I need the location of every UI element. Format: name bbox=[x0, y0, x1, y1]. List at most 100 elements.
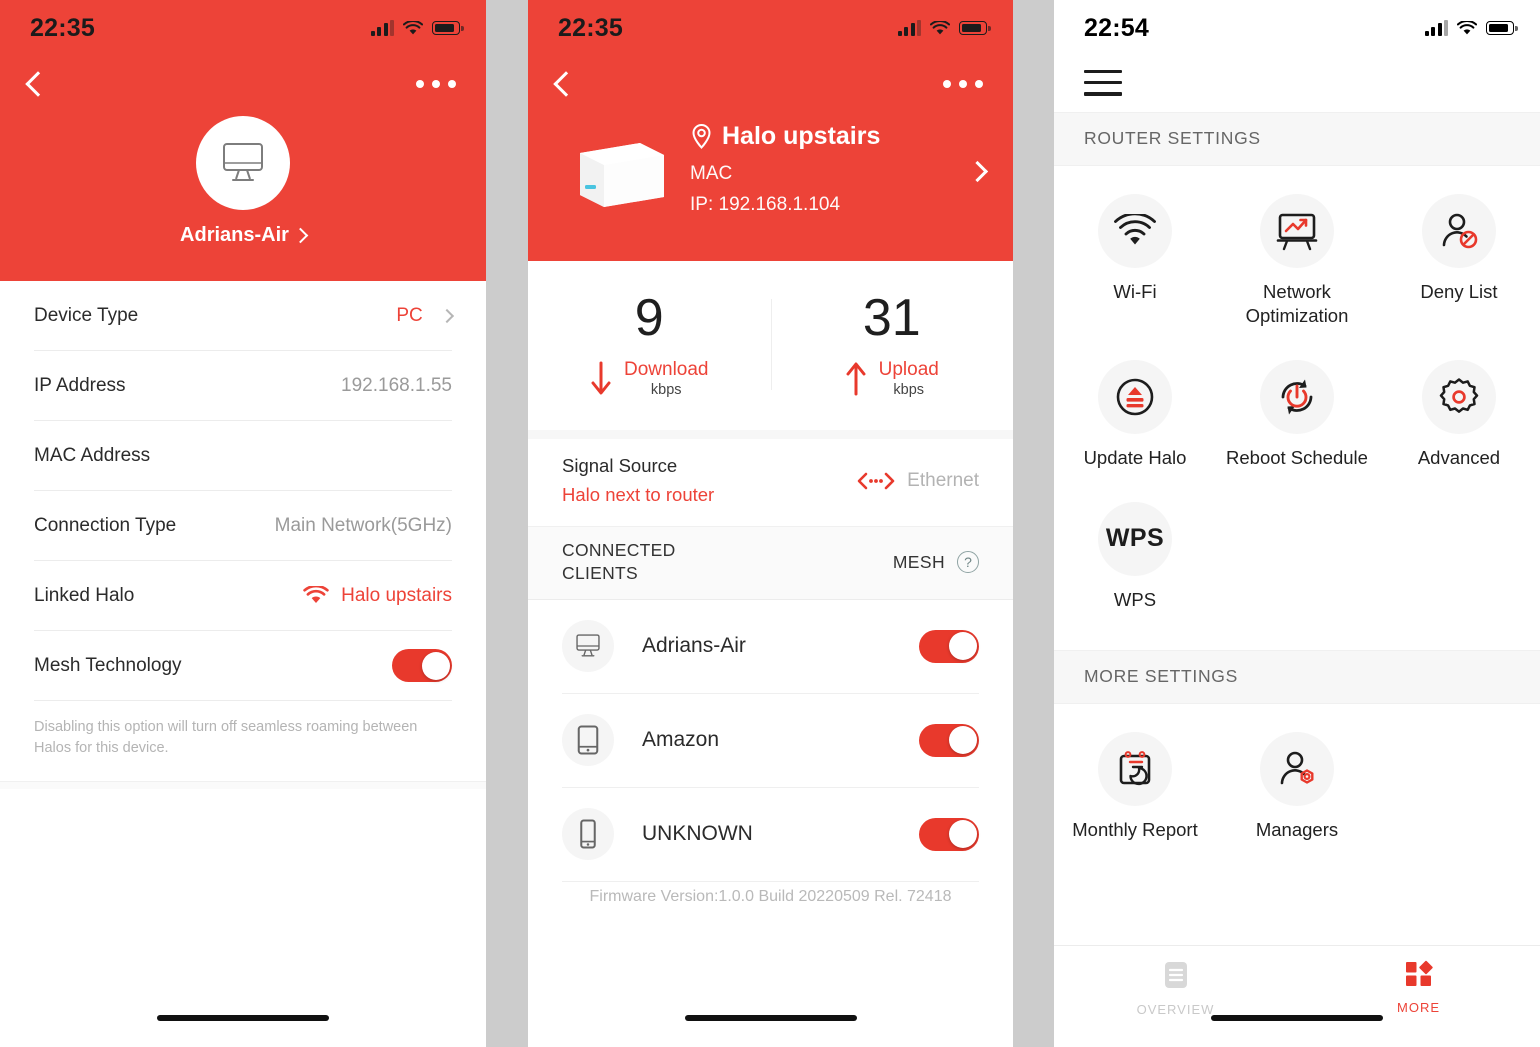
more-options-button[interactable] bbox=[943, 80, 983, 88]
tab-more[interactable]: MORE bbox=[1297, 946, 1540, 1047]
device-name-label: Adrians-Air bbox=[180, 224, 289, 246]
toggle-knob bbox=[421, 651, 450, 680]
panel-gutter-1 bbox=[486, 0, 528, 1047]
arrow-down-icon bbox=[591, 361, 611, 395]
settings-item-reboot-schedule[interactable]: Reboot Schedule bbox=[1216, 346, 1378, 488]
settings-item-wifi[interactable]: Wi-Fi bbox=[1054, 180, 1216, 346]
connected-clients-header: CONNECTED CLIENTS MESH ? bbox=[528, 526, 1013, 600]
settings-item-label: Monthly Report bbox=[1072, 818, 1198, 840]
home-indicator bbox=[1211, 1015, 1383, 1021]
question-mark-icon[interactable]: ? bbox=[957, 551, 979, 574]
halo-info: Halo upstairs MAC IP: 192.168.1.104 bbox=[680, 122, 960, 221]
tablet-icon bbox=[562, 714, 614, 767]
settings-item-monthly-report[interactable]: Monthly Report bbox=[1054, 718, 1216, 860]
settings-item-update-halo[interactable]: Update Halo bbox=[1054, 346, 1216, 488]
tab-overview[interactable]: OVERVIEW bbox=[1054, 946, 1297, 1047]
client-toggle[interactable] bbox=[919, 817, 979, 851]
wifi-icon bbox=[403, 20, 423, 34]
wps-text-icon: WPS bbox=[1097, 501, 1172, 576]
halo-hero[interactable]: Halo upstairs MAC IP: 192.168.1.104 bbox=[528, 112, 1013, 261]
upload-stat: 31 Upload kbps bbox=[770, 288, 1014, 398]
row-label: Connection Type bbox=[34, 514, 177, 536]
client-toggle[interactable] bbox=[919, 629, 979, 663]
client-name: UNKNOWN bbox=[642, 822, 753, 846]
client-row-unknown[interactable]: UNKNOWN bbox=[562, 788, 979, 882]
hamburger-menu-icon[interactable] bbox=[1054, 56, 1540, 112]
nav-row bbox=[528, 56, 1013, 112]
settings-item-label: WPS bbox=[1113, 588, 1157, 610]
calendar-report-icon bbox=[1097, 731, 1172, 806]
status-bar: 22:54 bbox=[1054, 0, 1540, 56]
more-settings-grid: Monthly Report Managers bbox=[1054, 704, 1540, 866]
ethernet-icon bbox=[857, 472, 895, 490]
halo-ip: IP: 192.168.1.104 bbox=[690, 194, 841, 216]
device-name[interactable]: Adrians-Air bbox=[180, 224, 309, 247]
row-value-text: PC bbox=[396, 304, 423, 326]
phone-screen-device-detail: 22:35 Adrians-Air Device Type PC IP Addr… bbox=[0, 0, 486, 1047]
settings-item-label: Deny List bbox=[1420, 280, 1498, 302]
settings-item-network-optimization[interactable]: Network Optimization bbox=[1216, 180, 1378, 346]
more-options-button[interactable] bbox=[416, 80, 456, 88]
signal-source-row[interactable]: Signal Source Halo next to router Ethern… bbox=[528, 430, 1013, 526]
download-unit: kbps bbox=[650, 382, 682, 399]
bottom-tab-bar: OVERVIEW MORE bbox=[1054, 945, 1540, 1047]
download-stat: 9 Download kbps bbox=[528, 288, 771, 399]
row-value-text: Halo upstairs bbox=[341, 584, 452, 606]
halo-router-icon bbox=[566, 125, 670, 217]
phone-screen-halo-detail: 22:35 Halo upstairs MAC IP: 192.168.1.10… bbox=[528, 0, 1013, 1047]
row-value: PC bbox=[396, 304, 455, 327]
client-row-amazon[interactable]: Amazon bbox=[562, 694, 979, 788]
status-bar-clock: 22:35 bbox=[30, 13, 95, 42]
settings-item-wps[interactable]: WPS WPS bbox=[1054, 488, 1216, 630]
download-label: Download bbox=[624, 359, 709, 381]
row-label: Linked Halo bbox=[34, 584, 135, 606]
row-connection-type: Connection Type Main Network(5GHz) bbox=[34, 491, 452, 561]
battery-icon bbox=[959, 21, 991, 35]
panel-gutter-2 bbox=[1013, 0, 1054, 1047]
client-toggle[interactable] bbox=[919, 723, 979, 757]
user-blocked-icon bbox=[1421, 193, 1496, 268]
speed-stats: 9 Download kbps 31 Upload kbps bbox=[528, 261, 1013, 431]
client-row-adrians-air[interactable]: Adrians-Air bbox=[562, 600, 979, 694]
screenshot-stage: 22:35 Adrians-Air Device Type PC IP Addr… bbox=[0, 0, 1540, 1047]
halo-mac: MAC bbox=[690, 163, 733, 184]
row-label: IP Address bbox=[34, 374, 126, 396]
cellular-signal-icon bbox=[897, 20, 921, 36]
smartphone-icon bbox=[562, 808, 614, 861]
section-divider bbox=[0, 781, 486, 790]
row-linked-halo[interactable]: Linked Halo Halo upstairs bbox=[34, 561, 452, 631]
wifi-icon bbox=[303, 586, 329, 603]
arrow-up-icon bbox=[846, 362, 866, 396]
mesh-label-group: MESH ? bbox=[892, 551, 979, 574]
settings-item-advanced[interactable]: Advanced bbox=[1378, 346, 1540, 488]
connection-type: Ethernet bbox=[857, 470, 979, 492]
row-mac-address: MAC Address bbox=[34, 421, 452, 491]
settings-item-managers[interactable]: Managers bbox=[1216, 718, 1378, 860]
chevron-right-icon[interactable] bbox=[966, 160, 989, 182]
status-bar-icons bbox=[370, 20, 464, 36]
tab-label: MORE bbox=[1397, 1000, 1440, 1015]
document-list-icon bbox=[1164, 962, 1187, 988]
cellular-signal-icon bbox=[370, 20, 394, 36]
mesh-label: MESH bbox=[892, 551, 945, 572]
download-value: 9 bbox=[634, 288, 664, 347]
battery-icon bbox=[432, 21, 464, 35]
network-optimization-icon bbox=[1259, 193, 1334, 268]
row-device-type[interactable]: Device Type PC bbox=[34, 281, 455, 351]
nav-row bbox=[0, 56, 486, 112]
settings-item-deny-list[interactable]: Deny List bbox=[1378, 180, 1540, 346]
client-name: Adrians-Air bbox=[642, 634, 746, 658]
mesh-technology-note: Disabling this option will turn off seam… bbox=[34, 719, 418, 757]
firmware-upload-icon bbox=[1097, 359, 1172, 434]
router-settings-grid: Wi-Fi Network Optimization Deny List Upd… bbox=[1054, 166, 1540, 636]
mesh-technology-toggle[interactable] bbox=[392, 649, 452, 682]
status-bar-icons bbox=[1424, 20, 1518, 36]
upload-value: 31 bbox=[862, 288, 921, 347]
row-label: Mesh Technology bbox=[34, 654, 182, 676]
gear-icon bbox=[1421, 359, 1496, 434]
device-detail-header: 22:35 Adrians-Air bbox=[0, 0, 486, 281]
row-mesh-technology: Mesh Technology bbox=[34, 631, 452, 701]
back-button[interactable] bbox=[22, 71, 48, 97]
back-button[interactable] bbox=[550, 71, 576, 97]
status-bar-icons bbox=[897, 20, 991, 36]
